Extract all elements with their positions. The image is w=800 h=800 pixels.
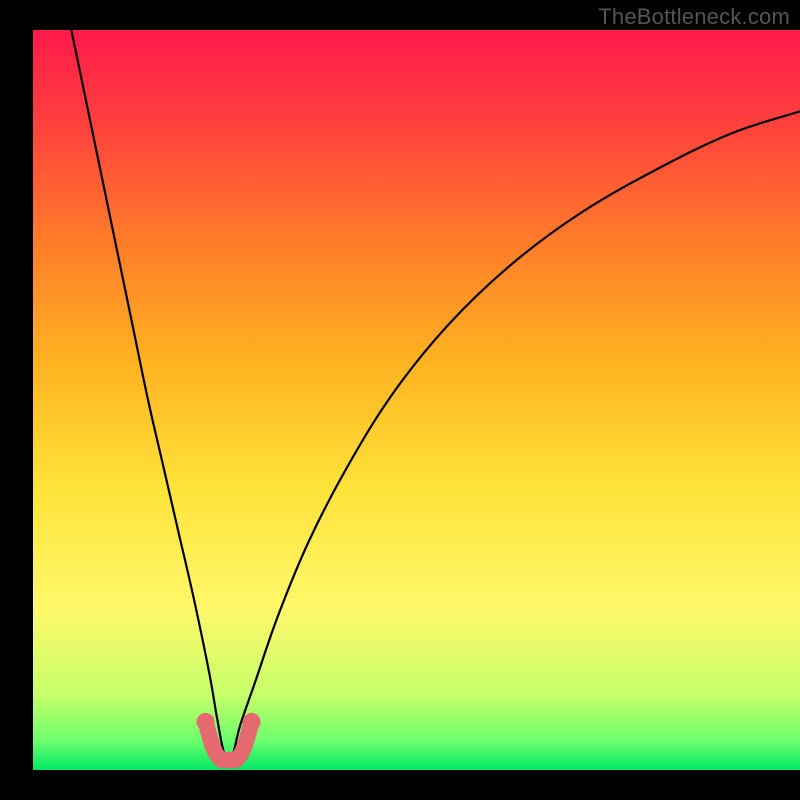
optimal-marker-endpoint xyxy=(197,713,215,731)
watermark-text: TheBottleneck.com xyxy=(598,4,790,30)
chart-frame: TheBottleneck.com xyxy=(0,0,800,800)
chart-canvas xyxy=(0,0,800,800)
optimal-marker-endpoint xyxy=(243,713,261,731)
